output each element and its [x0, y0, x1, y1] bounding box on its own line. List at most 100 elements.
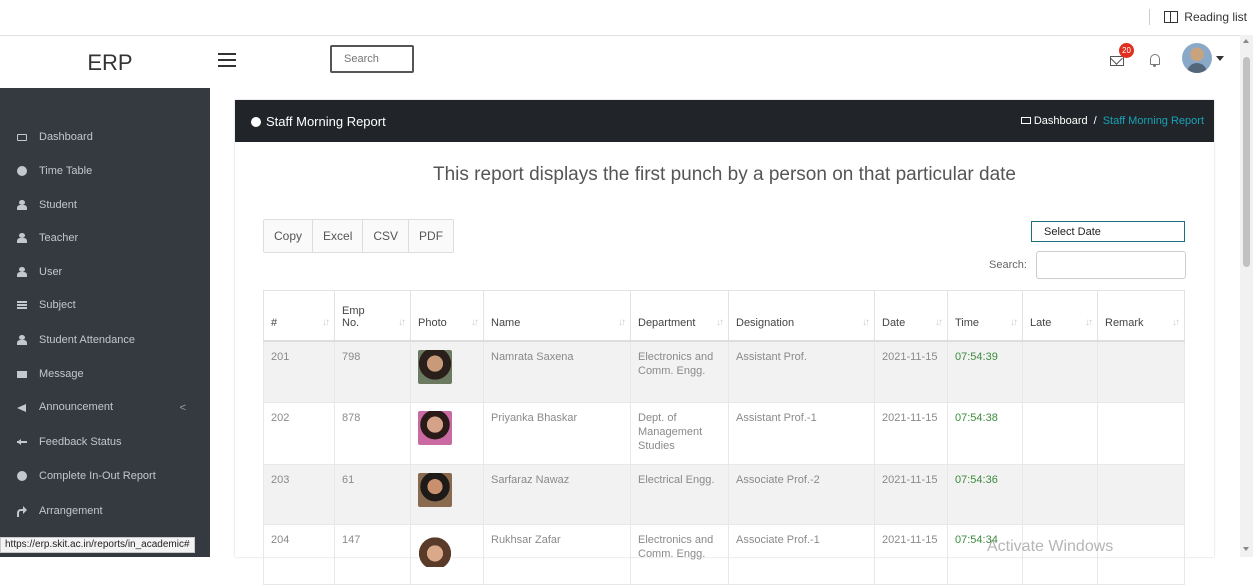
envelope-icon	[17, 370, 27, 378]
cell-date: 2021-11-15	[874, 340, 948, 403]
chevron-left-icon: <	[179, 402, 186, 414]
sidebar-item-dashboard[interactable]: Dashboard	[0, 120, 210, 154]
sort-icon: ↓↑	[1010, 316, 1018, 328]
column-header-label: #	[271, 316, 278, 329]
sidebar-item-label: Student Attendance	[39, 334, 136, 346]
cell-emp-no: 61	[334, 464, 411, 525]
export-buttons: Copy Excel CSV PDF	[263, 219, 455, 253]
column-header-designation[interactable]: Designation ↓↑	[728, 290, 875, 342]
person-icon	[17, 233, 27, 243]
menu-toggle-icon[interactable]	[218, 53, 236, 67]
breadcrumb-dashboard[interactable]: Dashboard	[1020, 115, 1088, 127]
cell-number: 204	[263, 524, 335, 585]
reading-list-button[interactable]: Reading list	[1149, 9, 1247, 25]
scroll-down-icon[interactable]	[1243, 547, 1249, 551]
copy-button[interactable]: Copy	[264, 220, 314, 252]
column-header-department[interactable]: Department ↓↑	[630, 290, 729, 342]
cell-department: Electronics and Comm. Engg.	[630, 524, 729, 585]
select-date-field[interactable]	[1031, 221, 1185, 242]
column-header-number[interactable]: # ↓↑	[263, 290, 335, 342]
sidebar-item-feedback-status[interactable]: Feedback Status	[0, 425, 210, 459]
column-header-name[interactable]: Name ↓↑	[483, 290, 631, 342]
breadcrumb-separator: /	[1093, 115, 1097, 127]
sidebar-item-label: Time Table	[39, 165, 93, 177]
cell-name: Rukhsar Zafar	[483, 524, 631, 585]
column-header-label: Remark	[1105, 316, 1144, 329]
app-logo[interactable]: ERP	[10, 36, 210, 89]
column-header-date[interactable]: Date ↓↑	[874, 290, 948, 342]
column-header-label: Emp No.	[342, 304, 365, 329]
column-header-label: Name	[491, 316, 521, 329]
sidebar-item-label: Message	[39, 368, 84, 380]
cell-emp-no: 878	[334, 402, 411, 465]
staff-photo	[418, 349, 452, 384]
browser-toolbar: Reading list	[0, 0, 1253, 35]
person-icon	[17, 200, 27, 210]
search-input[interactable]	[330, 45, 414, 73]
cell-name: Namrata Saxena	[483, 340, 631, 403]
scroll-up-icon[interactable]	[1243, 39, 1249, 43]
table-row: 201 798 Namrata Saxena Electronics and C…	[263, 340, 1185, 403]
toolbar-divider	[1149, 9, 1151, 25]
cell-designation: Assistant Prof.-1	[728, 402, 875, 465]
column-header-emp-no[interactable]: Emp No. ↓↑	[334, 290, 411, 342]
cell-time: 07:54:39	[947, 340, 1023, 403]
column-header-late[interactable]: Late ↓↑	[1022, 290, 1098, 342]
sort-icon: ↓↑	[322, 316, 330, 328]
scroll-thumb[interactable]	[1243, 57, 1250, 267]
circle-icon	[251, 116, 261, 127]
share-icon	[17, 506, 27, 517]
sidebar-item-time-table[interactable]: Time Table	[0, 154, 210, 188]
avatar[interactable]	[1182, 43, 1212, 73]
sidebar-item-subject[interactable]: Subject	[0, 288, 210, 322]
page-title: Staff Morning Report	[251, 114, 386, 129]
sidebar-item-label: Teacher	[39, 232, 79, 244]
column-header-time[interactable]: Time ↓↑	[947, 290, 1023, 342]
excel-button[interactable]: Excel	[313, 220, 364, 252]
sidebar-item-announcement[interactable]: Announcement <	[0, 390, 210, 424]
cell-photo	[410, 340, 484, 403]
link-status-bar: https://erp.skit.ac.in/reports/in_academ…	[0, 537, 195, 553]
sidebar-item-complete-in-out-report[interactable]: Complete In-Out Report	[0, 459, 210, 493]
sidebar-item-arrangement[interactable]: Arrangement	[0, 494, 210, 528]
monitor-icon	[17, 133, 27, 141]
column-header-label: Photo	[418, 316, 447, 329]
sidebar: Dashboard Time Table Student Teacher Use…	[0, 88, 210, 557]
sidebar-item-message[interactable]: Message	[0, 357, 210, 391]
envelope-icon[interactable]	[1110, 56, 1124, 66]
table-row: 202 878 Priyanka Bhaskar Dept. of Manage…	[263, 402, 1185, 465]
column-header-photo[interactable]: Photo ↓↑	[410, 290, 484, 342]
table-search-input[interactable]	[1036, 251, 1186, 279]
page-scrollbar[interactable]	[1240, 35, 1253, 557]
sort-icon: ↓↑	[935, 316, 943, 328]
sidebar-item-student-attendance[interactable]: Student Attendance	[0, 323, 210, 357]
cell-photo	[410, 464, 484, 525]
sidebar-item-student[interactable]: Student	[0, 188, 210, 222]
breadcrumb-dashboard-label: Dashboard	[1033, 115, 1088, 127]
cell-name: Sarfaraz Nawaz	[483, 464, 631, 525]
sort-icon: ↓↑	[471, 316, 479, 328]
column-header-label: Date	[882, 316, 906, 329]
pdf-button[interactable]: PDF	[409, 220, 454, 252]
sidebar-item-teacher[interactable]: Teacher	[0, 221, 210, 255]
chevron-down-icon[interactable]	[1216, 56, 1224, 61]
staff-photo	[418, 411, 452, 445]
csv-button[interactable]: CSV	[363, 220, 410, 252]
sidebar-item-label: Student	[39, 199, 77, 211]
sidebar-item-user[interactable]: User	[0, 255, 210, 289]
column-header-remark[interactable]: Remark ↓↑	[1097, 290, 1185, 342]
bell-icon[interactable]	[1150, 54, 1160, 67]
cell-emp-no: 798	[334, 340, 411, 403]
cell-late	[1022, 402, 1098, 465]
cell-department: Electrical Engg.	[630, 464, 729, 525]
cell-time: 07:54:36	[947, 464, 1023, 525]
cell-number: 203	[263, 464, 335, 525]
column-header-label: Designation	[736, 316, 795, 329]
cell-designation: Assistant Prof.	[728, 340, 875, 403]
cell-remark	[1097, 340, 1185, 403]
monitor-icon	[1020, 117, 1031, 124]
report-description: This report displays the first punch by …	[433, 164, 1016, 185]
staff-photo	[418, 473, 452, 507]
reading-list-icon	[1164, 11, 1179, 23]
cell-date: 2021-11-15	[874, 524, 948, 585]
